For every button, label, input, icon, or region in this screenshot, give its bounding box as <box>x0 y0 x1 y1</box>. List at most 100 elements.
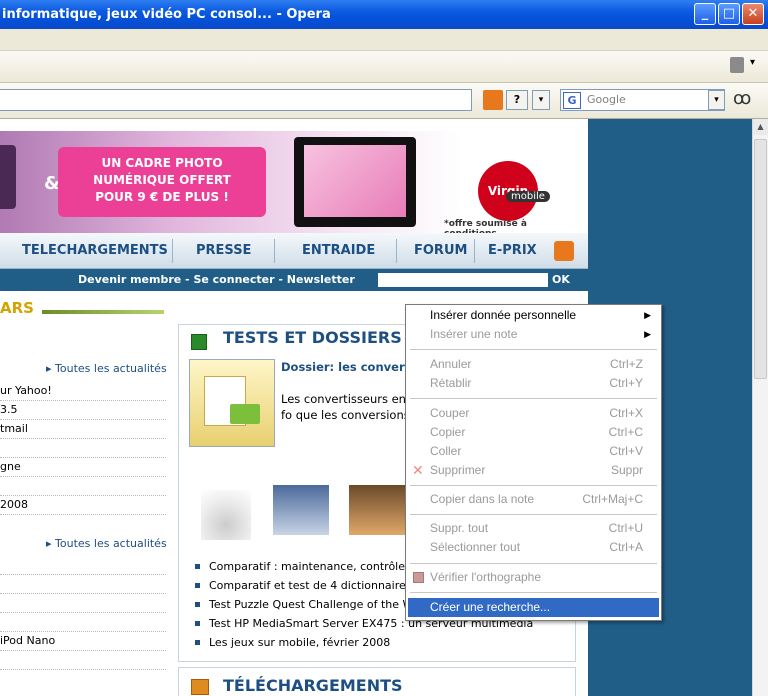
nav-eprix[interactable]: E-PRIX <box>488 233 537 269</box>
nav-telechargements[interactable]: TELECHARGEMENTS <box>22 233 168 269</box>
menu-item-cut[interactable]: Couper Ctrl+X <box>408 404 659 423</box>
all-news-link-2[interactable]: ▸ Toutes les actualités <box>46 537 167 550</box>
menu-shortcut: Suppr <box>610 463 643 477</box>
window-titlebar: informatique, jeux vidéo PC consol... - … <box>0 0 768 29</box>
menu-item-redo[interactable]: Rétablir Ctrl+Y <box>408 374 659 393</box>
tests-section-icon <box>191 334 207 350</box>
menu-item-copy-to-note[interactable]: Copier dans la note Ctrl+Maj+C <box>408 490 659 509</box>
vertical-scrollbar[interactable]: ▲ <box>752 119 768 696</box>
menu-item-select-all[interactable]: Sélectionner tout Ctrl+A <box>408 538 659 557</box>
photo-frame-screen <box>304 145 406 217</box>
menu-item-label: Créer une recherche... <box>430 600 551 614</box>
promo-line-3: POUR 9 € DE PLUS ! <box>95 190 229 204</box>
menu-separator <box>410 398 657 399</box>
downloads-section-icon <box>191 679 209 695</box>
menu-item-paste[interactable]: Coller Ctrl+V <box>408 442 659 461</box>
menu-shortcut: Ctrl+U <box>608 521 643 535</box>
scroll-thumb[interactable] <box>754 139 767 379</box>
puzzle-quest-image[interactable] <box>349 485 405 535</box>
newsletter-input[interactable] <box>378 273 548 287</box>
close-button[interactable]: ✕ <box>742 3 764 25</box>
menu-item-label: Suppr. tout <box>430 521 489 535</box>
list-item[interactable] <box>0 651 166 670</box>
list-item[interactable] <box>0 594 166 613</box>
menu-item-clear-all[interactable]: Suppr. tout Ctrl+U <box>408 519 659 538</box>
list-item[interactable] <box>0 439 166 458</box>
google-icon: G <box>563 92 581 109</box>
menu-item-spellcheck[interactable]: Vérifier l'orthographe <box>408 568 659 587</box>
submenu-arrow-icon: ▶ <box>644 310 651 320</box>
menu-shortcut: Ctrl+Maj+C <box>582 492 643 506</box>
menu-separator <box>410 514 657 515</box>
menu-bar <box>0 29 768 51</box>
dossier-thumbnail[interactable] <box>189 359 275 447</box>
maximize-button[interactable]: □ <box>718 3 740 25</box>
trash-icon[interactable] <box>730 57 744 73</box>
menu-item-create-search[interactable]: Créer une recherche... <box>408 598 659 617</box>
downloads-panel: TÉLÉCHARGEMENTS <box>178 667 576 696</box>
menu-item-insert-note[interactable]: Insérer une note ▶ <box>408 325 659 344</box>
list-item[interactable]: 2008 <box>0 496 166 515</box>
all-news-link-label: Toutes les actualités <box>55 362 167 375</box>
laptop-image[interactable] <box>273 485 329 535</box>
downloads-title[interactable]: TÉLÉCHARGEMENTS <box>223 676 403 695</box>
window-title: informatique, jeux vidéo PC consol... - … <box>2 7 331 22</box>
list-item[interactable]: Les jeux sur mobile, février 2008 <box>193 633 573 652</box>
menu-separator <box>410 592 657 593</box>
nav-divider <box>474 239 475 263</box>
search-dropdown-button[interactable]: ▾ <box>708 90 725 110</box>
menu-separator <box>410 349 657 350</box>
binoculars-icon[interactable]: ꝏ <box>733 88 751 109</box>
promo-box: UN CADRE PHOTO NUMÉRIQUE OFFERT POUR 9 €… <box>58 147 266 217</box>
nav-forum[interactable]: FORUM <box>414 233 467 269</box>
list-item[interactable] <box>0 613 166 632</box>
nav-presse[interactable]: PRESSE <box>196 233 251 269</box>
left-section-underline <box>42 310 164 314</box>
promo-line-1: UN CADRE PHOTO <box>101 156 223 170</box>
menu-item-insert-personal-data[interactable]: Insérer donnée personnelle ▶ <box>408 306 659 325</box>
nav-divider <box>396 239 397 263</box>
photo-frame-image <box>294 137 416 227</box>
menu-item-label: Vérifier l'orthographe <box>430 570 542 584</box>
menu-item-label: Coller <box>430 444 462 458</box>
nav-divider <box>172 239 173 263</box>
menu-item-copy[interactable]: Copier Ctrl+C <box>408 423 659 442</box>
search-input[interactable]: Google <box>560 89 725 111</box>
context-menu: Insérer donnée personnelle ▶ Insérer une … <box>405 304 662 621</box>
list-item[interactable]: iPod Nano <box>0 632 166 651</box>
menu-item-label: Supprimer <box>430 463 486 477</box>
delete-x-icon: ✕ <box>412 462 424 478</box>
scroll-up-button[interactable]: ▲ <box>753 119 768 135</box>
menu-item-label: Insérer donnée personnelle <box>430 308 577 322</box>
newsletter-ok-button[interactable]: OK <box>552 269 570 291</box>
list-item[interactable]: 3.5 <box>0 401 166 420</box>
tests-title[interactable]: TESTS ET DOSSIERS <box>223 328 402 347</box>
member-links[interactable]: Devenir membre - Se connecter - Newslett… <box>78 269 355 291</box>
menu-item-delete[interactable]: ✕ Supprimer Suppr <box>408 461 659 480</box>
toolbar: ▾ <box>0 51 768 83</box>
address-bar: ? ▾ Google G ▾ ꝏ <box>0 83 768 119</box>
list-item[interactable] <box>0 477 166 496</box>
list-item[interactable]: ur Yahoo! <box>0 382 166 401</box>
menu-item-undo[interactable]: Annuler Ctrl+Z <box>408 355 659 374</box>
minimize-button[interactable]: _ <box>694 3 716 25</box>
address-input[interactable] <box>0 89 472 111</box>
ad-banner[interactable]: & UN CADRE PHOTO NUMÉRIQUE OFFERT POUR 9… <box>0 131 577 239</box>
phone-image <box>0 145 16 209</box>
list-item[interactable]: tmail <box>0 420 166 439</box>
address-dropdown-button[interactable]: ▾ <box>532 90 550 110</box>
list-item[interactable] <box>0 556 166 575</box>
headset-image[interactable] <box>201 490 251 540</box>
list-item[interactable] <box>0 575 166 594</box>
list-item[interactable]: gne <box>0 458 166 477</box>
menu-separator <box>410 485 657 486</box>
trash-dropdown-icon[interactable]: ▾ <box>750 57 755 68</box>
nav-entraide[interactable]: ENTRAIDE <box>302 233 375 269</box>
member-bar: Devenir membre - Se connecter - Newslett… <box>0 269 588 291</box>
rss-icon[interactable] <box>483 90 503 110</box>
help-button[interactable]: ? <box>506 90 528 110</box>
menu-item-label: Copier <box>430 425 466 439</box>
menu-separator <box>410 563 657 564</box>
nav-rss-icon[interactable] <box>554 241 574 261</box>
all-news-link[interactable]: ▸ Toutes les actualités <box>46 362 167 375</box>
